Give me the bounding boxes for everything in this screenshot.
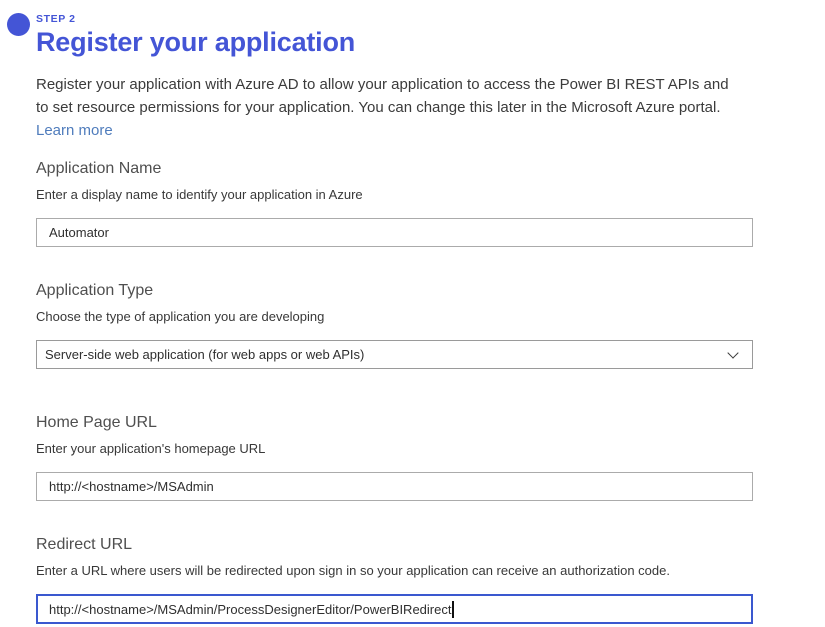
page-title: Register your application xyxy=(36,27,753,58)
redirect-url-label: Redirect URL xyxy=(36,536,753,554)
redirect-url-helper: Enter a URL where users will be redirect… xyxy=(36,563,753,578)
redirect-url-value: http://<hostname>/MSAdmin/ProcessDesigne… xyxy=(49,602,451,617)
intro-paragraph: Register your application with Azure AD … xyxy=(36,73,738,142)
redirect-url-input[interactable]: http://<hostname>/MSAdmin/ProcessDesigne… xyxy=(36,594,753,624)
text-cursor xyxy=(452,601,454,618)
step-indicator-dot xyxy=(7,13,30,36)
application-name-input[interactable] xyxy=(36,218,753,247)
application-type-field-group: Application Type Choose the type of appl… xyxy=(36,282,753,369)
home-page-url-label: Home Page URL xyxy=(36,414,753,432)
home-page-url-field-group: Home Page URL Enter your application's h… xyxy=(36,414,753,501)
application-name-helper: Enter a display name to identify your ap… xyxy=(36,187,753,202)
application-type-helper: Choose the type of application you are d… xyxy=(36,309,753,324)
register-application-page: STEP 2 Register your application Registe… xyxy=(0,0,825,627)
application-name-field-group: Application Name Enter a display name to… xyxy=(36,160,753,247)
home-page-url-input[interactable] xyxy=(36,472,753,501)
learn-more-link[interactable]: Learn more xyxy=(36,122,113,139)
application-type-label: Application Type xyxy=(36,282,753,300)
step-label: STEP 2 xyxy=(36,13,753,25)
intro-text: Register your application with Azure AD … xyxy=(36,76,729,116)
home-page-url-helper: Enter your application's homepage URL xyxy=(36,441,753,456)
application-name-label: Application Name xyxy=(36,160,753,178)
application-type-select[interactable]: Server-side web application (for web app… xyxy=(36,340,753,369)
redirect-url-field-group: Redirect URL Enter a URL where users wil… xyxy=(36,536,753,624)
